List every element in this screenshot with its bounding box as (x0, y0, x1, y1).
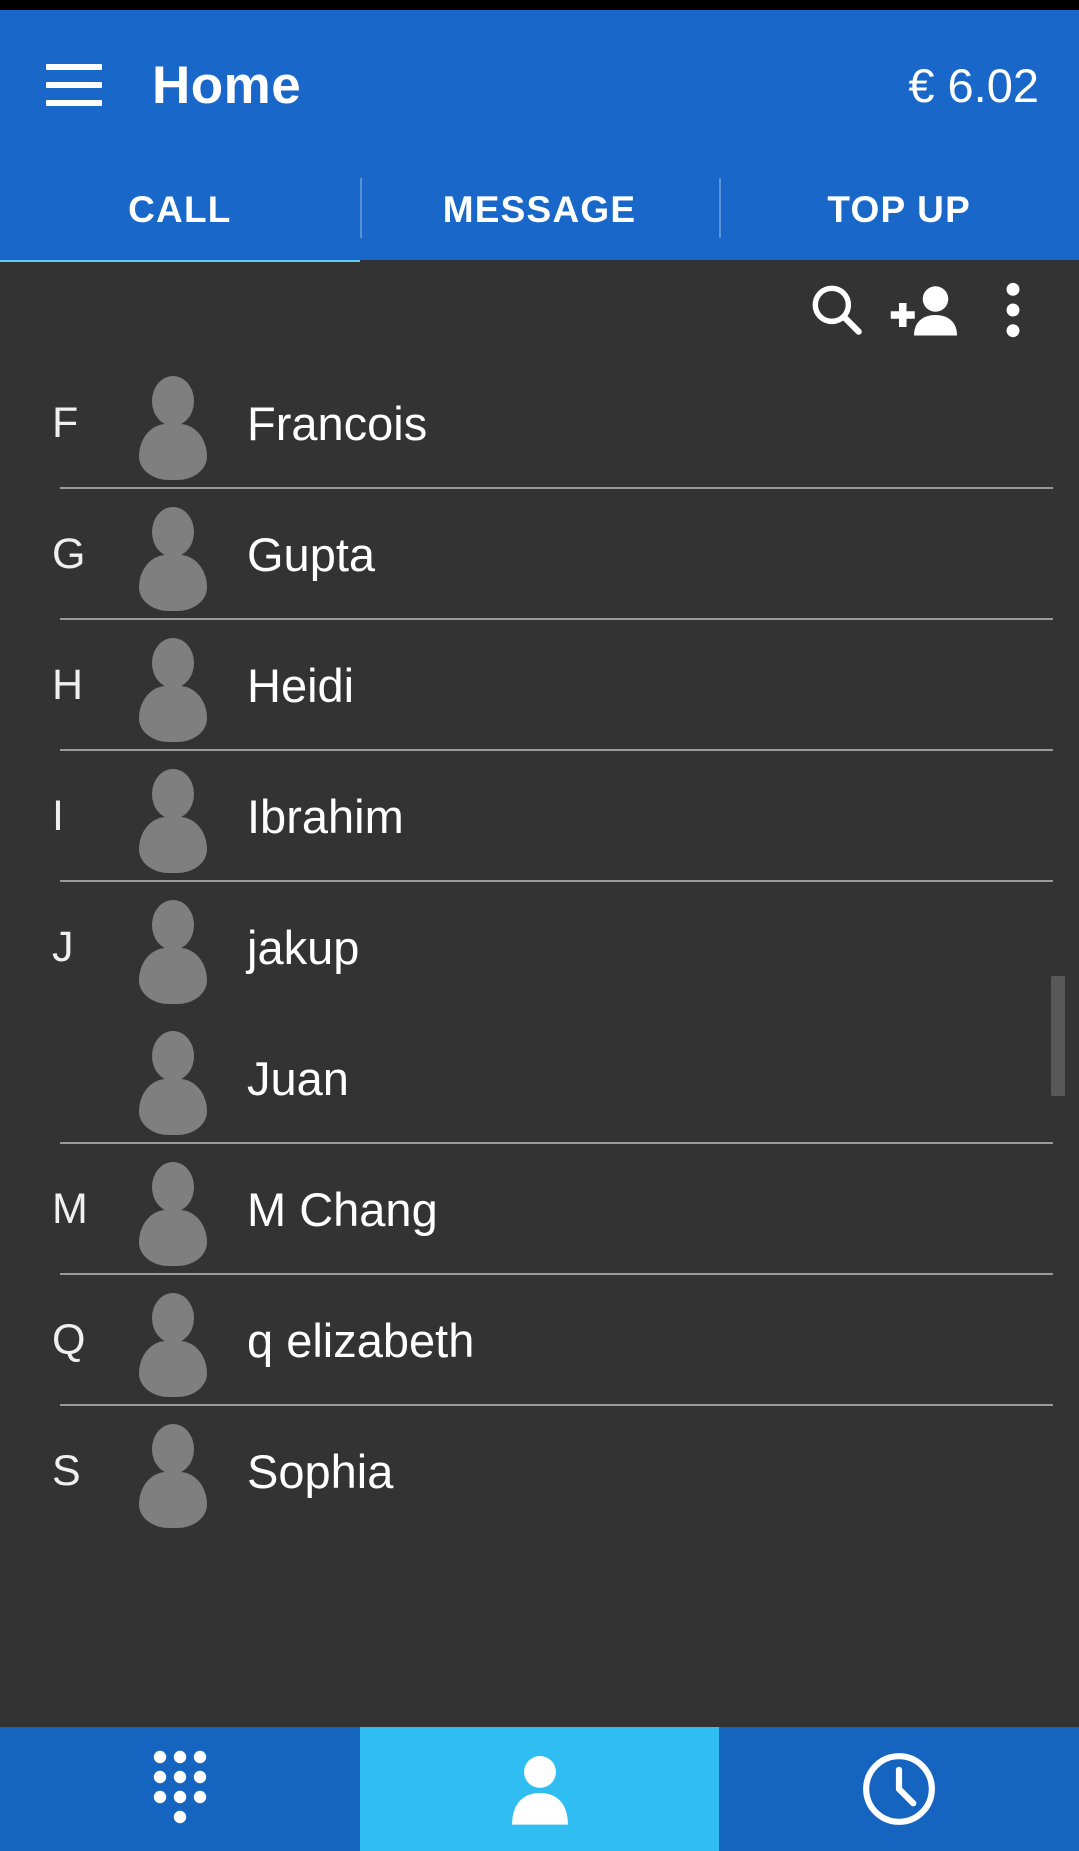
recent-calls-clock-icon (860, 1750, 938, 1828)
section-letter: I (52, 792, 64, 840)
contact-list[interactable]: F Francois G Gupta H Heidi I Ibrahim J j… (0, 358, 1079, 1727)
section-letter: M (52, 1185, 88, 1233)
section-letter: H (52, 661, 84, 709)
contacts-panel: F Francois G Gupta H Heidi I Ibrahim J j… (0, 262, 1079, 1727)
section-letter: Q (52, 1316, 86, 1364)
avatar (130, 1289, 208, 1397)
contact-name: Ibrahim (247, 790, 404, 843)
hamburger-menu-icon[interactable] (46, 64, 102, 106)
hamburger-bar-2 (46, 82, 102, 88)
overflow-menu-icon (1003, 279, 1023, 341)
table-row[interactable]: I Ibrahim (0, 751, 1079, 882)
avatar (130, 1420, 208, 1528)
avatar-body (139, 947, 207, 1004)
avatar-head (152, 375, 194, 426)
bottom-navigation (0, 1727, 1079, 1851)
table-row[interactable]: Juan (0, 1013, 1079, 1144)
tab-bar: CALL MESSAGE TOP UP (0, 160, 1079, 268)
table-row[interactable]: M M Chang (0, 1144, 1079, 1275)
avatar (130, 372, 208, 480)
avatar-body (139, 685, 207, 742)
account-balance[interactable]: € 6.02 (908, 58, 1039, 113)
avatar-body (139, 1471, 207, 1528)
contact-name: Sophia (247, 1445, 394, 1498)
app-screen: Home € 6.02 CALL MESSAGE TOP UP F Franco… (0, 0, 1079, 1851)
add-contact-icon (890, 279, 960, 341)
avatar-head (152, 1161, 194, 1212)
status-bar-strip (0, 0, 1079, 10)
hamburger-bar-3 (46, 100, 102, 106)
section-letter: J (52, 923, 74, 971)
avatar-head (152, 637, 194, 688)
page-title: Home (152, 55, 302, 115)
section-letter: F (52, 399, 79, 447)
contacts-action-bar (0, 262, 1079, 358)
avatar-body (139, 1340, 207, 1397)
table-row[interactable]: J jakup (0, 882, 1079, 1013)
table-row[interactable]: F Francois (0, 358, 1079, 489)
vertical-scrollbar[interactable] (1051, 358, 1065, 1727)
table-row[interactable]: H Heidi (0, 620, 1079, 751)
tab-call[interactable]: CALL (0, 160, 360, 268)
tab-call-label: CALL (128, 189, 232, 230)
avatar-head (152, 1292, 194, 1343)
contact-name: Juan (247, 1052, 349, 1105)
avatar-head (152, 899, 194, 950)
contact-name: Gupta (247, 528, 376, 581)
table-row[interactable]: G Gupta (0, 489, 1079, 620)
section-letter: S (52, 1447, 81, 1495)
app-bar: Home € 6.02 (0, 10, 1079, 160)
hamburger-bar-1 (46, 64, 102, 70)
avatar-body (139, 423, 207, 480)
contact-name: Heidi (247, 659, 355, 712)
avatar-body (139, 554, 207, 611)
contact-name: q elizabeth (247, 1314, 475, 1367)
nav-item-contacts[interactable] (359, 1727, 720, 1851)
avatar-body (139, 816, 207, 873)
contact-name: jakup (247, 921, 360, 974)
tab-message[interactable]: MESSAGE (359, 160, 720, 260)
add-contact-button[interactable] (881, 266, 969, 354)
avatar (130, 1158, 208, 1266)
section-letter: G (52, 530, 86, 578)
search-icon (806, 279, 868, 341)
contact-name: Francois (247, 397, 428, 450)
contacts-person-icon (505, 1752, 575, 1826)
overflow-menu-button[interactable] (969, 266, 1057, 354)
tab-top-up[interactable]: TOP UP (719, 160, 1079, 260)
tab-message-label: MESSAGE (442, 189, 637, 230)
dialpad-icon (148, 1749, 212, 1829)
tab-top-up-label: TOP UP (827, 189, 971, 230)
table-row[interactable]: S Sophia (0, 1406, 1079, 1537)
avatar-head (152, 1030, 194, 1081)
avatar-head (152, 506, 194, 557)
avatar-body (139, 1078, 207, 1135)
search-button[interactable] (793, 266, 881, 354)
avatar-head (152, 768, 194, 819)
avatar (130, 1027, 208, 1135)
avatar (130, 765, 208, 873)
scrollbar-thumb[interactable] (1051, 976, 1065, 1096)
nav-item-recents[interactable] (719, 1727, 1079, 1851)
avatar (130, 503, 208, 611)
nav-item-dialpad[interactable] (0, 1727, 360, 1851)
table-row[interactable]: Q q elizabeth (0, 1275, 1079, 1406)
contact-name: M Chang (247, 1183, 438, 1236)
avatar-head (152, 1423, 194, 1474)
avatar (130, 896, 208, 1004)
avatar (130, 634, 208, 742)
app-header: Home € 6.02 CALL MESSAGE TOP UP (0, 10, 1079, 268)
avatar-body (139, 1209, 207, 1266)
